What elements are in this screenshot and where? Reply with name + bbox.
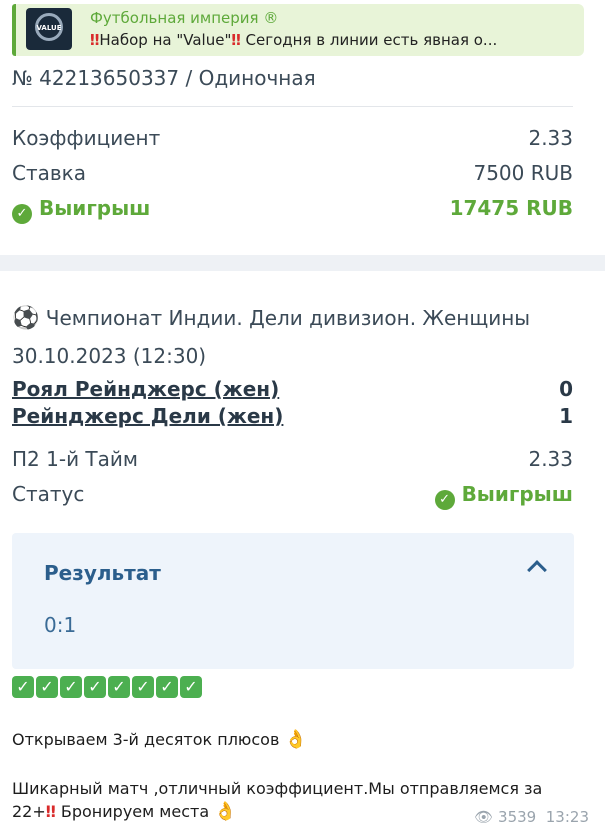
check-circle-icon: ✓ xyxy=(12,204,32,224)
message-line-2: Шикарный матч ,отличный коэффициент.Мы о… xyxy=(12,779,543,798)
ok-hand-icon: 👌 xyxy=(214,801,237,822)
check-mark-icon: ✓ xyxy=(60,676,82,698)
view-count: 3539 xyxy=(498,808,537,826)
result-panel-value: 0:1 xyxy=(44,613,77,637)
eye-icon: 👁 xyxy=(474,808,494,826)
divider xyxy=(12,106,573,107)
check-circle-icon: ✓ xyxy=(434,490,455,510)
message-text: Бронируем места xyxy=(55,802,210,821)
check-mark-icon: ✓ xyxy=(132,676,154,698)
check-mark-icon: ✓ xyxy=(12,676,34,698)
stake-label: Ставка xyxy=(12,161,86,185)
message-meta: 👁 3539 13:23 xyxy=(474,808,589,826)
snippet-pre: Набор на "Value" xyxy=(99,31,232,49)
check-mark-icon: ✓ xyxy=(36,676,58,698)
double-exclamation-icon: ‼ xyxy=(90,31,100,49)
check-mark-icon: ✓ xyxy=(180,676,202,698)
team-away-score: 1 xyxy=(559,404,573,428)
snippet-post: Сегодня в линии есть явная о... xyxy=(240,31,498,49)
double-exclamation-icon: ‼ xyxy=(45,802,56,821)
reply-preview[interactable]: VALUE Футбольная империя ® ‼Набор на "Va… xyxy=(12,4,584,56)
check-mark-icon: ✓ xyxy=(156,676,178,698)
league-name: Чемпионат Индии. Дели дивизион. Женщины xyxy=(45,306,531,330)
double-exclamation-icon: ‼ xyxy=(231,31,241,49)
event-datetime: 30.10.2023 (12:30) xyxy=(12,344,207,368)
message-time: 13:23 xyxy=(545,808,589,826)
coef-value: 2.33 xyxy=(528,126,573,150)
stake-value: 7500 RUB xyxy=(473,161,573,185)
message-text: Открываем 3-й десяток плюсов xyxy=(12,730,280,749)
market-label: П2 1-й Тайм xyxy=(12,447,138,471)
win-value: 17475 RUB xyxy=(449,196,573,220)
status-value: Выигрыш xyxy=(461,482,573,506)
chevron-up-icon[interactable] xyxy=(527,560,547,580)
channel-thumbnail: VALUE xyxy=(26,8,72,50)
check-mark-icon: ✓ xyxy=(84,676,106,698)
status-label: Статус xyxy=(12,482,85,506)
reply-channel-name: Футбольная империя ® xyxy=(90,9,279,27)
message-line-3: 22+‼ Бронируем места 👌 xyxy=(12,801,237,822)
win-row: ✓ Выигрыш xyxy=(12,196,150,224)
message-text: 22+ xyxy=(12,802,46,821)
check-mark-icon: ✓ xyxy=(108,676,130,698)
section-separator xyxy=(0,255,605,271)
ok-hand-icon: 👌 xyxy=(284,729,307,750)
reply-bar xyxy=(12,4,16,56)
bet-number: № 42213650337 / Одиночная xyxy=(12,66,316,90)
thumb-text: VALUE xyxy=(36,24,62,32)
result-panel-label: Результат xyxy=(44,561,161,585)
market-coef: 2.33 xyxy=(528,447,573,471)
result-panel[interactable]: Результат 0:1 xyxy=(12,533,574,669)
team-away-link[interactable]: Рейнджерс Дели (жен) xyxy=(12,404,283,428)
league-row: ⚽ Чемпионат Индии. Дели дивизион. Женщин… xyxy=(12,306,530,331)
team-home-link[interactable]: Роял Рейнджерс (жен) xyxy=(12,377,279,401)
win-label: Выигрыш xyxy=(38,196,151,220)
soccer-ball-icon: ⚽ xyxy=(12,306,40,331)
coef-label: Коэффициент xyxy=(12,126,161,150)
team-home-score: 0 xyxy=(559,377,573,401)
status-badge: ✓ Выигрыш xyxy=(434,482,573,510)
message-line-1: Открываем 3-й десяток плюсов 👌 xyxy=(12,729,307,750)
reply-snippet: ‼Набор на "Value"‼ Сегодня в линии есть … xyxy=(90,31,497,49)
checkmark-row: ✓ ✓ ✓ ✓ ✓ ✓ ✓ ✓ xyxy=(12,676,202,700)
